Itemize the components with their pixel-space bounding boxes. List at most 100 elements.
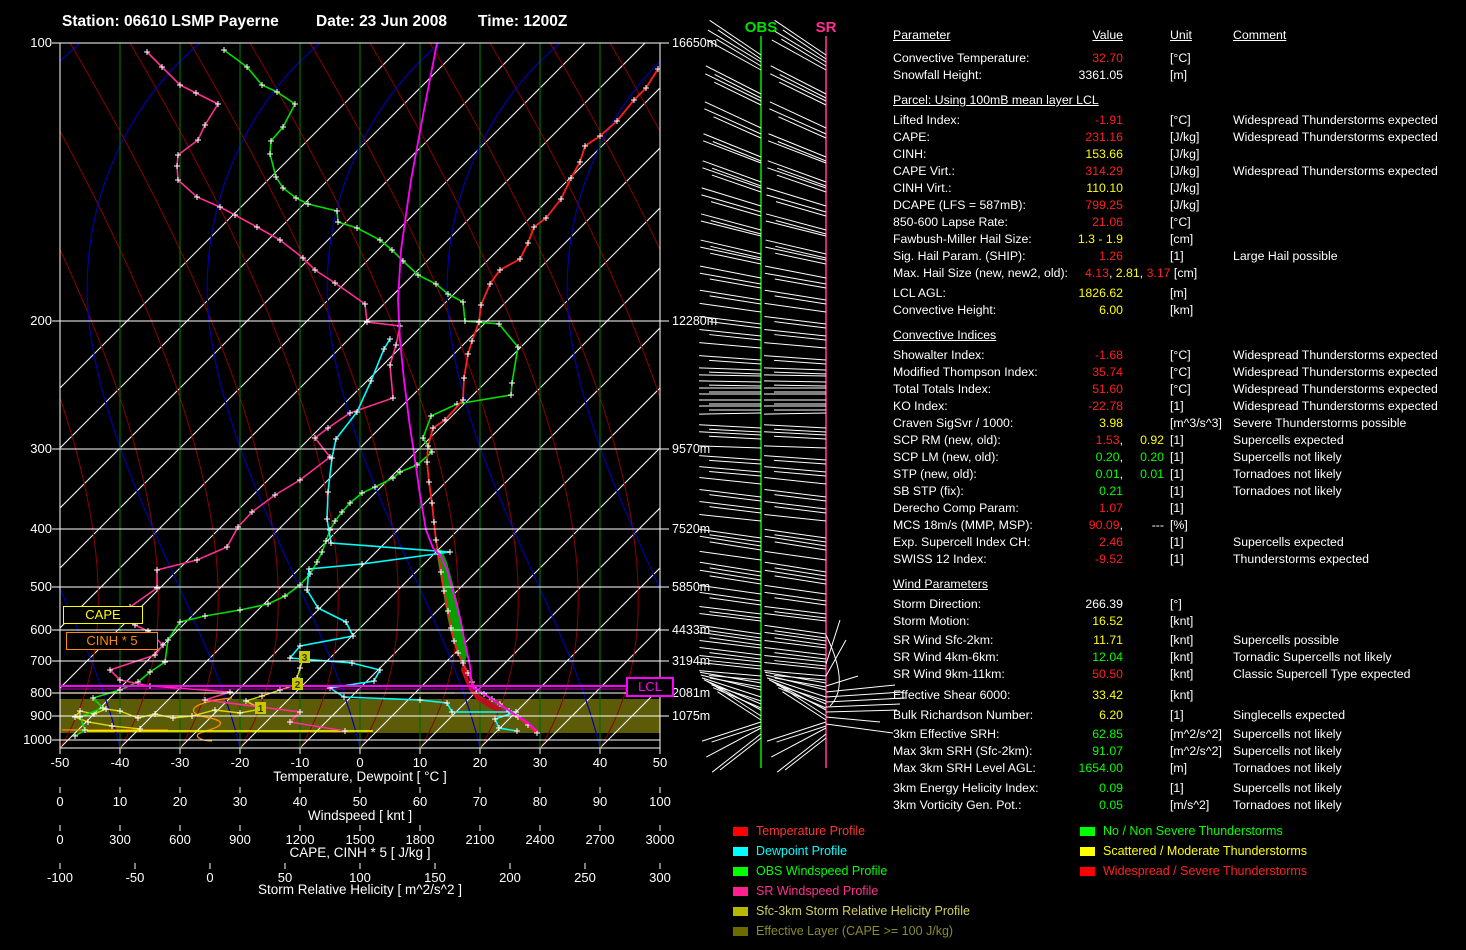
wind-barb [710, 535, 761, 542]
wind-barb [700, 266, 761, 278]
wind-barb [765, 570, 826, 580]
axis-tick-label: 10 [398, 755, 442, 770]
table-row: SCP LM (new, old):0.20,0.20[1]Supercells… [893, 449, 1466, 466]
table-cell: [m^2/s^2] [1170, 743, 1222, 760]
table-row: Total Totals Index:51.60[°C]Widespread T… [893, 381, 1466, 398]
wind-barb [764, 446, 826, 448]
table-row: CINH:153.66[J/kg] [893, 146, 1466, 163]
table-row: Lifted Index:-1.91[°C]Widespread Thunder… [893, 112, 1466, 129]
wind-barb [699, 381, 761, 382]
table-cell: 0.21 [893, 483, 1123, 500]
table-cell: [m^3/s^3] [1170, 415, 1222, 432]
wind-barb [764, 343, 826, 348]
value-part: 6.00 [1099, 303, 1123, 317]
pressure-label: 300 [12, 441, 52, 456]
wind-barb [765, 585, 826, 594]
table-cell: [°C] [1170, 364, 1191, 381]
wind-barb [764, 489, 826, 497]
table-row: SR Wind Sfc-2km:11.71[knt]Supercells pos… [893, 632, 1466, 649]
table-section-header: Wind Parameters [893, 576, 1466, 593]
wind-barb [699, 478, 761, 484]
wind-barb [764, 356, 826, 360]
table-cell: 0.05 [893, 797, 1123, 814]
table-cell: [%] [1170, 517, 1188, 534]
wind-barb [776, 221, 826, 234]
axis-title: Storm Relative Helicity [ m^2/s^2 ] [60, 882, 660, 897]
wind-barb [709, 385, 761, 386]
wind-barb [709, 471, 761, 476]
value-part: 2.81 [1116, 266, 1140, 280]
table-cell: Tornadoes not likely [1233, 797, 1342, 814]
date-label: Date: 23 Jun 2008 [316, 13, 447, 31]
table-row: SCP RM (new, old):1.53,0.92[1]Supercells… [893, 432, 1466, 449]
value-part: 799.25 [1085, 198, 1123, 212]
wind-barb [699, 343, 761, 348]
axis-tick-label: -10 [278, 755, 322, 770]
wind-barb [764, 330, 826, 336]
value-part: 21.06 [1092, 215, 1123, 229]
legend-swatch [1080, 867, 1095, 876]
table-cell: --- [1130, 517, 1164, 534]
axis-tick-label: 0 [338, 755, 382, 770]
wind-barb [699, 356, 761, 360]
value-part: 4.13 [1085, 266, 1109, 280]
table-cell: 1.07 [893, 500, 1123, 517]
height-label: 2081m [672, 686, 710, 700]
table-cell: 62.85 [893, 726, 1123, 743]
table-cell: [°C] [1170, 112, 1191, 129]
table-cell: [°C] [1170, 50, 1191, 67]
wind-barb [766, 214, 826, 230]
value-part: 12.04 [1092, 650, 1123, 664]
value-part: 32.70 [1092, 51, 1123, 65]
srh-km-marker-label: 3 [302, 653, 308, 664]
height-label: 9570m [672, 442, 710, 456]
dry-adiabat-line [130, 43, 338, 748]
table-cell: Supercells not likely [1233, 780, 1342, 797]
table-cell: 231.16 [893, 129, 1123, 146]
value-part: , [1140, 266, 1147, 280]
axis-tick-label: 20 [458, 755, 502, 770]
axis-tick-label: 90 [578, 794, 622, 809]
value-part: , [1109, 266, 1116, 280]
wind-barb [699, 456, 761, 460]
wind-barb [765, 562, 826, 572]
dry-adiabat-line [490, 43, 698, 748]
table-row: Fawbush-Miller Hail Size:1.3 - 1.9[cm] [893, 231, 1466, 248]
table-cell: 4.13, 2.81, 3.17 [cm] [1085, 265, 1197, 282]
value-part: 3361.05 [1079, 68, 1123, 82]
wind-barb [711, 221, 761, 234]
table-cell: [m] [1170, 760, 1187, 777]
wind-barb [704, 134, 761, 157]
axis-tick-label: 30 [518, 755, 562, 770]
table-cell: 1654.00 [893, 760, 1123, 777]
table-cell: [J/kg] [1170, 129, 1199, 146]
table-cell: 314.29 [893, 163, 1123, 180]
table-row: SWISS 12 Index:-9.52[1]Thunderstorms exp… [893, 551, 1466, 568]
value-part: 50.50 [1092, 667, 1123, 681]
table-row: Craven SigSvr / 1000:3.98[m^3/s^3]Severe… [893, 415, 1466, 432]
moist-adiabat-line [567, 43, 720, 748]
table-cell: Widespread Thunderstorms expected [1233, 381, 1438, 398]
table-row: Storm Motion:16.52[knt] [893, 613, 1466, 630]
dry-adiabat-line [250, 43, 458, 748]
wind-barb [699, 413, 761, 414]
wind-barb [710, 296, 761, 304]
table-row: 850-600 Lapse Rate:21.06[°C] [893, 214, 1466, 231]
dry-adiabat-line [670, 43, 878, 748]
value-part: 2.46 [1099, 535, 1123, 549]
table-cell: [knt] [1170, 649, 1193, 666]
wind-barb [764, 663, 826, 669]
axis-tick-label: -50 [38, 755, 82, 770]
srh-km-marker-label: 1 [258, 704, 264, 715]
value-part: 0.92 [1140, 433, 1164, 447]
wind-barb [764, 647, 826, 655]
table-cell: 0.09 [893, 780, 1123, 797]
value-part: 0.05 [1099, 798, 1123, 812]
wind-barb [774, 385, 826, 386]
axis-title: CAPE, CINH * 5 [ J/kg ] [60, 845, 660, 860]
wind-barb [774, 360, 826, 364]
table-cell: [J/kg] [1170, 163, 1199, 180]
table-row: Convective Temperature:32.70[°C] [893, 50, 1466, 67]
legend-item: Scattered / Moderate Thunderstorms [1080, 844, 1307, 858]
value-part: 90.09 [1089, 518, 1120, 532]
